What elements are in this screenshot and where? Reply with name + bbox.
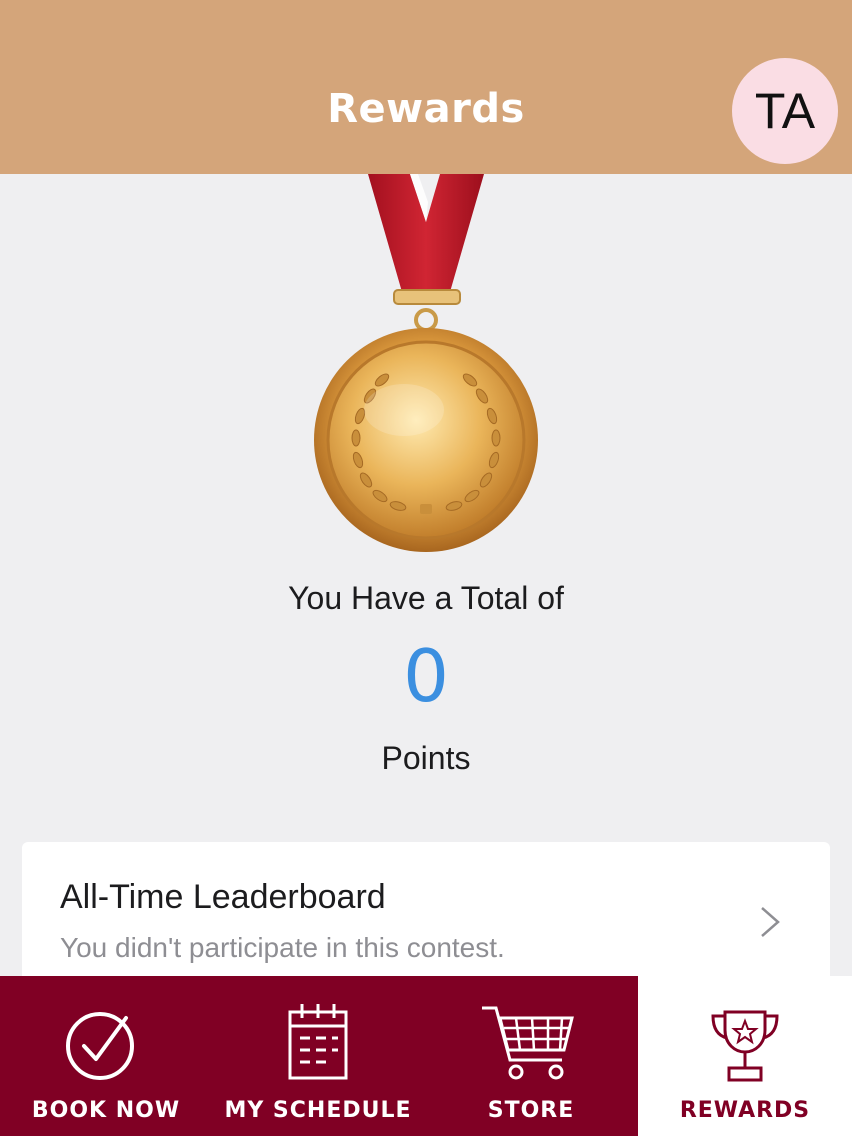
tab-store[interactable]: STORE [424,976,638,1136]
rewards-screen: Rewards TA You Have a Total of 0 Points … [0,0,852,1136]
points-value: 0 [403,634,449,718]
calendar-icon [288,1004,348,1080]
cart-icon [482,1006,574,1080]
trophy-icon [711,1010,779,1082]
tab-label: BOOK NOW [31,1098,181,1123]
leaderboard-title: All-Time Leaderboard [60,878,386,916]
tab-rewards[interactable]: REWARDS [638,976,852,1136]
gold-medal-icon [300,174,552,560]
tab-label: STORE [487,1098,575,1123]
avatar[interactable]: TA [732,58,838,164]
chevron-right-icon [761,907,780,937]
tab-book-now[interactable]: BOOK NOW [0,976,212,1136]
tab-label: MY SCHEDULE [224,1098,412,1123]
points-unit-label: Points [381,740,471,776]
page-title: Rewards [327,86,525,132]
leaderboard-subtitle: You didn't participate in this contest. [60,932,505,963]
app-header: Rewards TA [0,0,852,174]
tab-label: REWARDS [679,1098,811,1123]
bottom-tab-bar: BOOK NOW MY SCHEDULE STORE REWARDS [0,976,852,1136]
check-circle-icon [66,1012,134,1080]
points-total-label: You Have a Total of [288,580,564,616]
tab-my-schedule[interactable]: MY SCHEDULE [212,976,424,1136]
